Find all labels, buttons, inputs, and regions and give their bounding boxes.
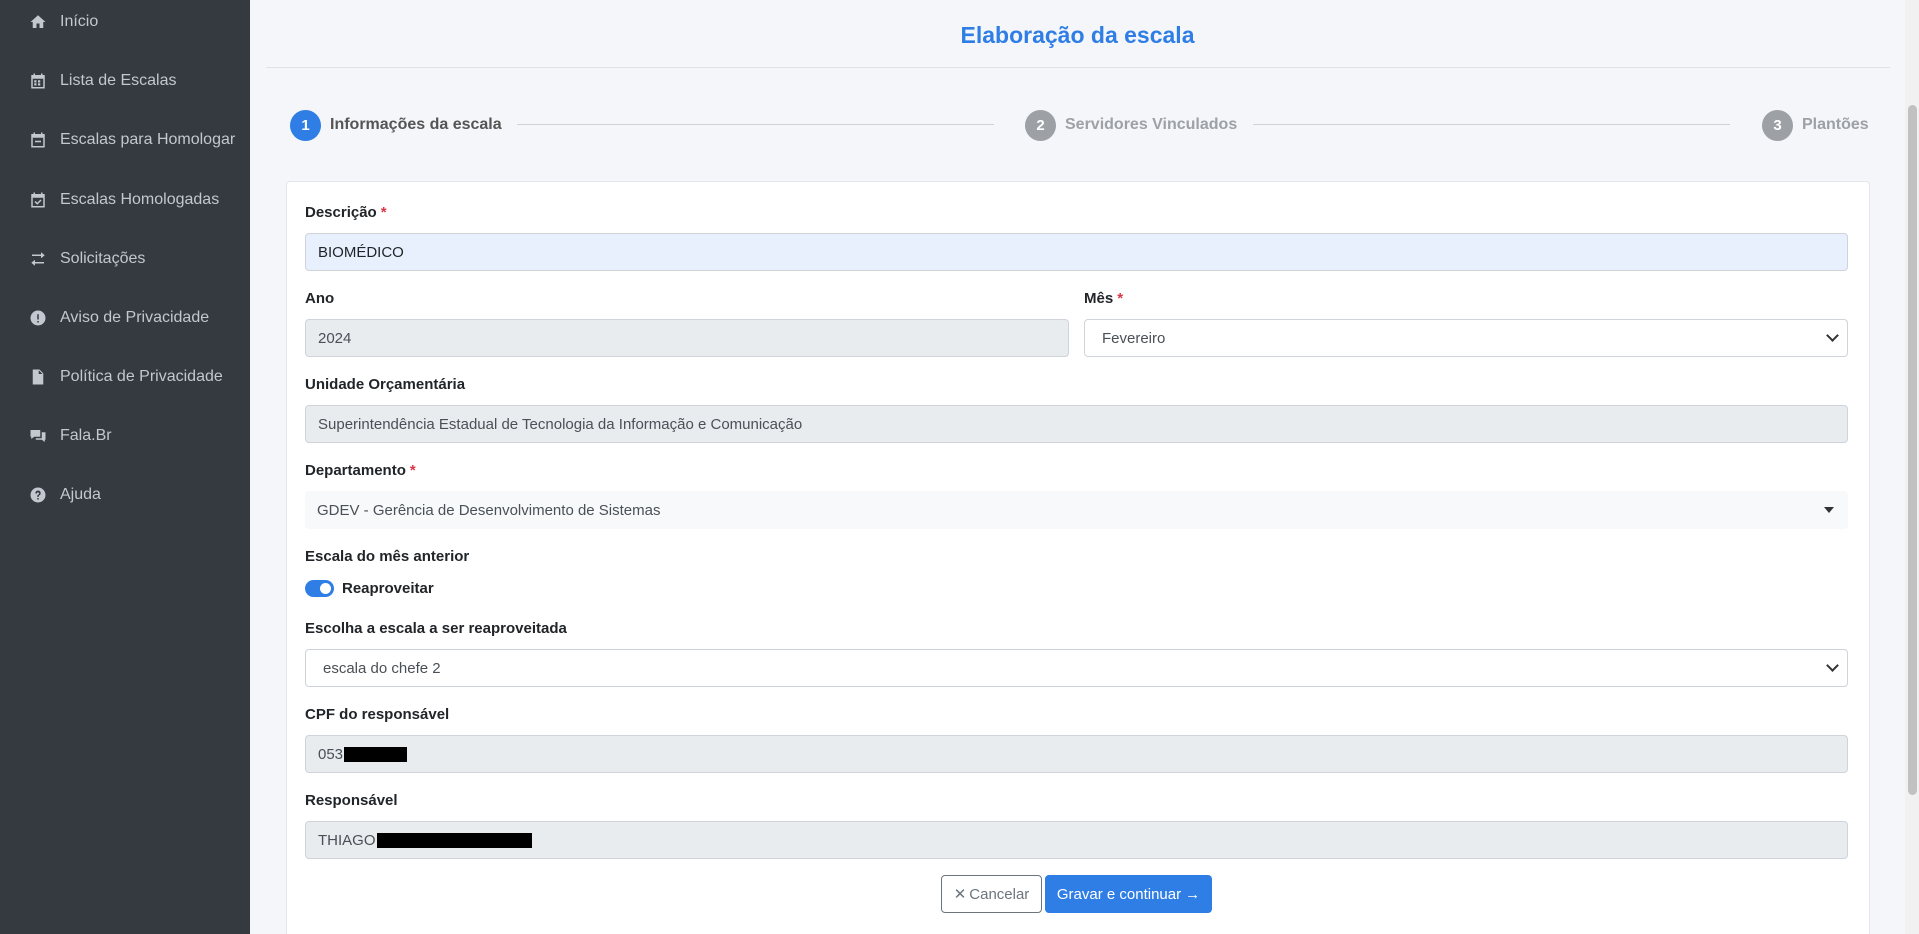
page-scrollbar[interactable]	[1905, 0, 1919, 934]
calendar-minus-icon	[26, 128, 50, 152]
step-servidores[interactable]: 2 Servidores Vinculados	[1025, 109, 1237, 141]
required-mark: *	[409, 462, 416, 479]
home-icon	[26, 10, 50, 34]
cpf-label: CPF do responsável	[305, 706, 450, 723]
toggle-knob	[320, 583, 331, 594]
redaction-bar	[376, 832, 532, 848]
sidebar-item-label: Aviso de Privacidade	[60, 309, 210, 326]
required-mark: *	[380, 204, 387, 221]
descricao-label: Descrição *	[305, 204, 387, 221]
departamento-select[interactable]: GDEV - Gerência de Desenvolvimento de Si…	[305, 491, 1848, 529]
file-icon	[26, 365, 50, 389]
save-button-label: Gravar e continuar	[1056, 885, 1182, 903]
sidebar-item-label: Solicitações	[60, 250, 146, 267]
exclamation-circle-icon	[26, 306, 50, 330]
sidebar-item-aviso-privacidade[interactable]: Aviso de Privacidade	[0, 298, 250, 338]
mes-label: Mês *	[1084, 290, 1124, 307]
sidebar-item-label: Lista de Escalas	[60, 72, 177, 89]
step-connector	[1253, 124, 1730, 125]
departamento-label: Departamento *	[305, 462, 416, 479]
responsavel-label: Responsável	[305, 792, 398, 809]
scrollbar-thumb[interactable]	[1908, 105, 1917, 795]
escala-reaproveitada-label: Escolha a escala a ser reaproveitada	[305, 620, 567, 637]
sidebar-item-fala-br[interactable]: Fala.Br	[0, 416, 250, 456]
step-connector	[517, 124, 994, 125]
step-label: Servidores Vinculados	[1065, 116, 1238, 133]
cpf-input[interactable]: 053	[305, 735, 1848, 773]
sidebar: Início Lista de Escalas Escalas para Hom…	[0, 0, 250, 934]
arrow-right-icon: →	[1185, 885, 1201, 903]
sidebar-item-ajuda[interactable]: Ajuda	[0, 475, 250, 515]
sidebar-item-label: Política de Privacidade	[60, 368, 223, 385]
caret-down-icon	[1824, 507, 1834, 513]
step-plantoes[interactable]: 3 Plantões	[1762, 109, 1869, 141]
redaction-bar	[344, 746, 408, 762]
sidebar-item-label: Ajuda	[60, 486, 101, 503]
sidebar-item-label: Fala.Br	[60, 427, 112, 444]
step-informacoes[interactable]: 1 Informações da escala	[290, 109, 502, 141]
unidade-input[interactable]: Superintendência Estadual de Tecnologia …	[305, 405, 1848, 443]
save-continue-button[interactable]: Gravar e continuar →	[1045, 875, 1212, 913]
chevron-down-icon	[1826, 329, 1839, 342]
page-title: Elaboração da escala	[960, 22, 1195, 48]
ano-label: Ano	[305, 290, 335, 307]
close-icon: ✕	[953, 886, 967, 903]
sidebar-item-escalas-homologadas[interactable]: Escalas Homologadas	[0, 180, 250, 220]
descricao-input[interactable]: BIOMÉDICO	[305, 233, 1848, 271]
unidade-label: Unidade Orçamentária	[305, 376, 466, 393]
step-number: 1	[290, 109, 321, 141]
comments-icon	[26, 424, 50, 448]
sidebar-item-solicitacoes[interactable]: Solicitações	[0, 239, 250, 279]
mes-select[interactable]: Fevereiro	[1084, 319, 1848, 357]
ano-input[interactable]: 2024	[305, 319, 1069, 357]
cancel-button[interactable]: ✕ Cancelar	[941, 875, 1042, 913]
responsavel-input[interactable]: THIAGO	[305, 821, 1848, 859]
sidebar-item-politica-privacidade[interactable]: Política de Privacidade	[0, 357, 250, 397]
step-number: 2	[1025, 109, 1056, 141]
title-divider	[266, 67, 1890, 68]
exchange-arrows-icon	[26, 247, 50, 271]
sidebar-item-lista-escalas[interactable]: Lista de Escalas	[0, 61, 250, 101]
reaproveitar-label[interactable]: Reaproveitar	[342, 580, 434, 597]
sidebar-item-inicio[interactable]: Início	[0, 2, 250, 42]
question-circle-icon	[26, 483, 50, 507]
sidebar-item-escalas-homologar[interactable]: Escalas para Homologar	[0, 120, 250, 160]
cancel-button-label: Cancelar	[969, 885, 1030, 903]
main-content: Elaboração da escala 1 Informações da es…	[250, 0, 1905, 934]
calendar-check-icon	[26, 188, 50, 212]
required-mark: *	[1117, 290, 1124, 307]
calendar-grid-icon	[26, 69, 50, 93]
step-label: Informações da escala	[330, 116, 502, 133]
sidebar-item-label: Início	[60, 13, 99, 30]
escala-reaproveitada-select[interactable]: escala do chefe 2	[305, 649, 1848, 687]
sidebar-item-label: Escalas para Homologar	[60, 131, 236, 148]
sidebar-item-label: Escalas Homologadas	[60, 191, 220, 208]
escala-anterior-label: Escala do mês anterior	[305, 548, 470, 565]
step-label: Plantões	[1802, 116, 1869, 133]
chevron-down-icon	[1826, 659, 1839, 672]
step-number: 3	[1762, 109, 1793, 141]
reaproveitar-toggle[interactable]	[305, 580, 334, 597]
